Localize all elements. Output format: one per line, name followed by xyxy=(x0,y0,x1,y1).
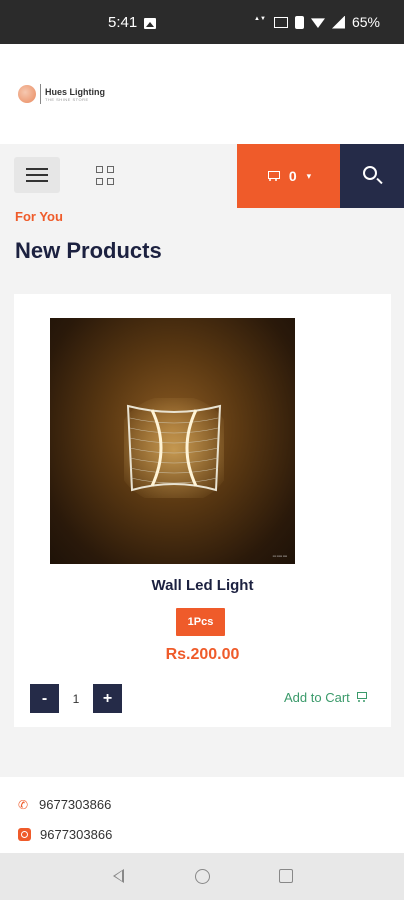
logo[interactable]: Hues Lighting THE SHINE STORE xyxy=(18,84,105,104)
logo-divider xyxy=(40,84,41,104)
hamburger-line xyxy=(26,168,48,170)
battery-level: 65% xyxy=(351,14,380,30)
whatsapp-number: 9677303866 xyxy=(40,827,113,842)
hamburger-line xyxy=(26,180,48,182)
quantity-decrease-button[interactable]: - xyxy=(30,684,59,713)
phone-icon: ✆ xyxy=(18,797,29,812)
wall-lamp-illustration xyxy=(124,398,224,498)
unit-badge[interactable]: 1Pcs xyxy=(176,608,225,636)
product-card: ▪▪▪ ▪▪▪▪▪ ▪▪▪▪ Wall Led Light 1Pcs Rs.20… xyxy=(14,294,391,727)
nav-bar: 0 ▾ xyxy=(0,144,404,208)
logo-text: Hues Lighting THE SHINE STORE xyxy=(45,87,105,102)
sim-icon xyxy=(273,16,288,28)
home-icon[interactable] xyxy=(195,869,210,884)
image-watermark: ▪▪▪ ▪▪▪▪▪ ▪▪▪▪ xyxy=(272,554,287,558)
status-time: 5:41 xyxy=(108,14,138,31)
hamburger-line xyxy=(26,174,48,176)
search-button[interactable] xyxy=(340,144,404,208)
logo-name: Hues Lighting xyxy=(45,86,105,97)
quantity-increase-button[interactable]: + xyxy=(93,684,122,713)
wifi-icon xyxy=(310,18,325,28)
phone-number: 9677303866 xyxy=(39,797,112,812)
status-bar: 5:41 ▲▼ 65% xyxy=(0,0,404,44)
logo-mark-icon xyxy=(18,85,36,103)
logo-tagline: THE SHINE STORE xyxy=(45,96,89,102)
menu-button[interactable] xyxy=(14,157,60,193)
recent-apps-icon[interactable] xyxy=(279,869,293,883)
vibrate-icon xyxy=(294,15,304,29)
chevron-down-icon: ▾ xyxy=(306,170,312,181)
image-icon xyxy=(144,18,156,29)
back-icon[interactable] xyxy=(113,869,124,883)
product-price: Rs.200.00 xyxy=(165,646,240,663)
cart-button[interactable]: 0 ▾ xyxy=(237,144,340,208)
whatsapp-icon xyxy=(18,828,31,841)
cart-icon xyxy=(266,170,280,182)
cart-icon xyxy=(356,692,367,703)
quantity-input[interactable]: 1 xyxy=(59,684,93,713)
grid-view-icon[interactable] xyxy=(96,166,116,186)
section-title: New Products xyxy=(15,238,162,263)
data-speed-icon: ▲▼ xyxy=(254,16,266,22)
contact-whatsapp[interactable]: 9677303866 xyxy=(18,827,112,842)
status-icons: ▲▼ 65% xyxy=(253,14,380,30)
product-name[interactable]: Wall Led Light xyxy=(14,577,391,594)
system-nav-bar xyxy=(0,853,404,900)
product-image[interactable]: ▪▪▪ ▪▪▪▪▪ ▪▪▪▪ xyxy=(50,318,295,564)
section-eyebrow: For You xyxy=(15,209,63,224)
contact-phone[interactable]: ✆ 9677303866 xyxy=(18,797,111,812)
footer: ✆ 9677303866 9677303866 xyxy=(0,777,404,853)
signal-icon xyxy=(331,15,345,29)
add-to-cart-button[interactable]: Add to Cart xyxy=(284,690,367,705)
search-icon xyxy=(363,166,377,180)
add-to-cart-label: Add to Cart xyxy=(284,690,350,705)
cart-count: 0 xyxy=(288,168,297,184)
